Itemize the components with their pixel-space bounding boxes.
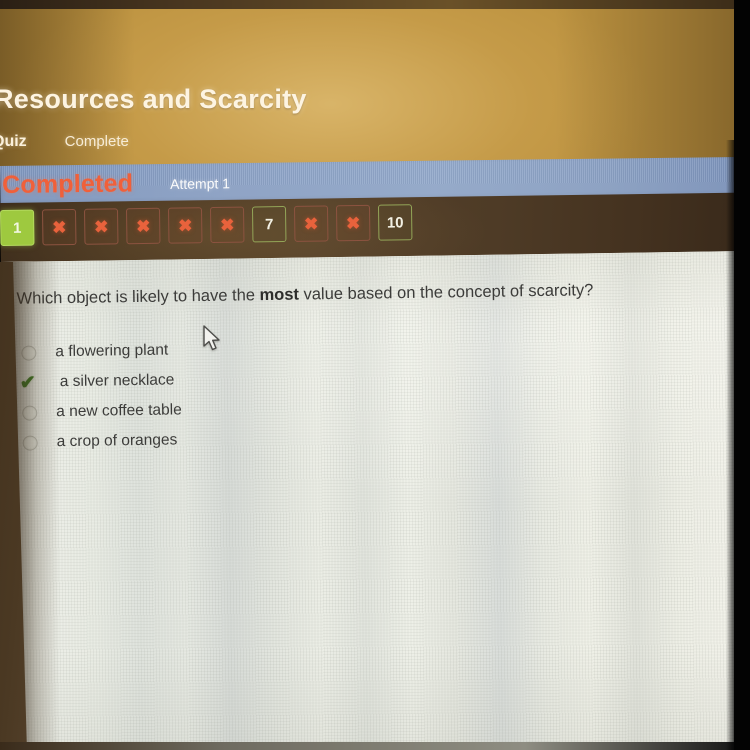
question-nav-item-7[interactable]: 7 <box>251 206 287 243</box>
question-text-after: value based on the concept of scarcity? <box>298 281 594 304</box>
radio-circle[interactable] <box>21 344 37 361</box>
answer-choice-list: a flowering plant ✔ a silver necklace a new… <box>19 335 182 457</box>
answer-choice-label: a silver necklace <box>59 371 175 391</box>
quiz-type-label: Quiz <box>0 133 27 150</box>
incorrect-x-icon: ✖ <box>177 215 193 236</box>
status-badge: Completed <box>2 169 134 199</box>
incorrect-x-icon: ✖ <box>219 215 235 235</box>
question-text-before: Which object is likely to have the <box>16 286 260 308</box>
answer-choice-2[interactable]: ✔ a silver necklace <box>19 365 182 397</box>
question-nav-item-4[interactable]: ✖ <box>125 207 161 245</box>
radio-button-icon <box>22 434 53 451</box>
radio-circle[interactable] <box>22 404 38 421</box>
question-nav-item-9[interactable]: ✖ <box>335 204 371 242</box>
question-nav-item-10[interactable]: 10 <box>377 204 413 241</box>
attempt-label: Attempt 1 <box>170 175 231 192</box>
question-nav-number: 1 <box>12 219 22 237</box>
question-nav-number: 10 <box>386 213 404 232</box>
monitor-right-bezel <box>734 0 750 750</box>
page-title: Resources and Scarcity <box>0 84 307 114</box>
answer-choice-label: a flowering plant <box>55 341 169 361</box>
screen-shading <box>0 250 750 750</box>
incorrect-x-icon: ✖ <box>51 217 67 237</box>
question-content-area: Which object is likely to have the most … <box>0 250 750 750</box>
selected-check-icon: ✔ <box>19 371 52 394</box>
answer-choice-1[interactable]: a flowering plant <box>21 335 181 367</box>
answer-choice-label: a new coffee table <box>56 401 182 421</box>
checkmark-icon: ✔ <box>19 371 36 394</box>
question-nav-number: 7 <box>264 215 274 233</box>
question-nav-item-6[interactable]: ✖ <box>209 206 245 244</box>
answer-choice-4[interactable]: a crop of oranges <box>22 425 182 457</box>
incorrect-x-icon: ✖ <box>93 216 109 237</box>
header-subrow: Quiz Complete <box>0 133 129 151</box>
question-nav-item-1[interactable]: 1 <box>0 209 35 246</box>
question-nav-list: 1 ✖ ✖ ✖ ✖ ✖ 7 ✖ ✖ 10 <box>0 204 413 246</box>
question-nav-item-2[interactable]: ✖ <box>41 208 77 246</box>
radio-circle[interactable] <box>22 434 38 451</box>
question-nav-item-5[interactable]: ✖ <box>167 207 203 244</box>
incorrect-x-icon: ✖ <box>303 214 319 234</box>
mouse-cursor <box>202 325 224 358</box>
monitor-top-bezel <box>0 0 750 9</box>
photographed-screen: Resources and Scarcity Quiz Complete Com… <box>0 0 750 750</box>
question-nav-item-3[interactable]: ✖ <box>83 208 119 245</box>
answer-choice-label: a crop of oranges <box>56 431 178 451</box>
question-emphasis: most <box>259 285 300 305</box>
radio-button-icon <box>22 404 52 421</box>
answer-choice-3[interactable]: a new coffee table <box>22 395 182 427</box>
incorrect-x-icon: ✖ <box>345 213 361 233</box>
question-nav-item-8[interactable]: ✖ <box>293 205 329 242</box>
incorrect-x-icon: ✖ <box>135 216 151 236</box>
quiz-completion-label: Complete <box>64 133 129 150</box>
radio-button-icon <box>21 344 51 361</box>
photo-bottom-edge <box>0 742 750 750</box>
